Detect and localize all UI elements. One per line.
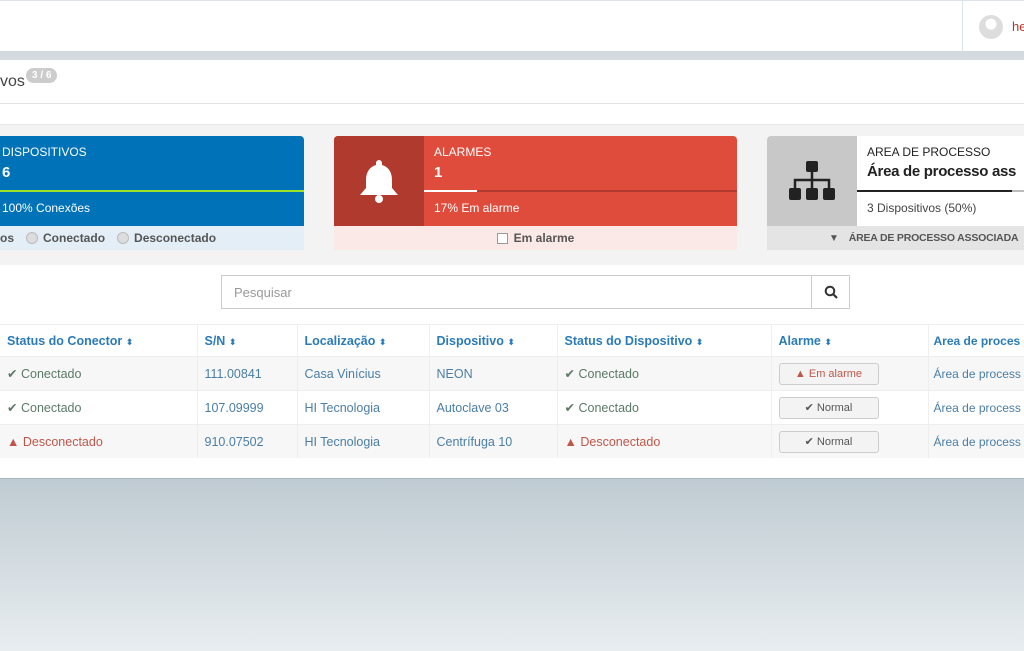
devices-sub: 100% Conexões: [2, 201, 91, 215]
alarm-cell: ▲ Em alarme: [771, 356, 929, 391]
check-icon: ✔: [564, 367, 575, 381]
alarms-card[interactable]: ALARMES 1 17% Em alarme Em alarme: [334, 136, 737, 250]
filter-desconectado[interactable]: Desconectado: [134, 231, 216, 245]
alarm-checkbox[interactable]: [496, 232, 508, 244]
page-title: vos: [0, 73, 25, 90]
col-location[interactable]: Localização ⬍: [297, 324, 430, 357]
sn-cell: 107.09999: [197, 390, 298, 425]
location-cell[interactable]: HI Tecnologia: [297, 390, 430, 425]
title-row: vos 3 / 6: [0, 60, 1024, 104]
alarms-progress: [424, 190, 478, 192]
devices-label: DISPOSITIVOS: [2, 145, 87, 159]
col-area[interactable]: Area de proces: [928, 324, 1024, 357]
filter-all[interactable]: os: [0, 231, 14, 245]
check-icon: ✔: [7, 401, 18, 415]
search-button[interactable]: [811, 275, 850, 309]
alarms-sub: 17% Em alarme: [434, 201, 520, 215]
sn-cell: 910.07502: [197, 424, 298, 459]
radio-desconectado[interactable]: [117, 232, 130, 244]
location-cell[interactable]: Casa Vinícius: [297, 356, 430, 391]
search-icon: [824, 285, 838, 299]
radio-conectado[interactable]: [26, 232, 39, 244]
top-bar: he: [0, 0, 1024, 52]
alarm-button[interactable]: ✔ Normal: [778, 396, 879, 419]
devices-progress: [0, 190, 304, 192]
device-status-cell: ✔ Conectado: [557, 356, 772, 391]
sitemap-icon: [767, 136, 857, 226]
col-connector-status[interactable]: Status do Conector ⬍: [0, 324, 198, 357]
sort-icon: ⬍: [125, 336, 134, 347]
devices-table: Status do Conector ⬍ S/N ⬍ Localização ⬍…: [0, 324, 1024, 459]
page-background: [0, 478, 1024, 651]
check-icon: ✔: [564, 401, 575, 415]
check-icon: ✔: [804, 401, 814, 414]
alarm-cell: ✔ Normal: [771, 390, 929, 425]
devices-value: 6: [2, 164, 11, 181]
username: he: [1012, 19, 1024, 34]
col-alarm[interactable]: Alarme ⬍: [771, 324, 929, 357]
user-menu[interactable]: he: [962, 1, 1024, 52]
device-cell[interactable]: NEON: [429, 356, 558, 391]
col-device-status[interactable]: Status do Dispositivo ⬍: [557, 324, 772, 357]
divider: [0, 52, 1024, 60]
area-label: AREA DE PROCESSO: [867, 145, 991, 159]
alarm-button[interactable]: ✔ Normal: [778, 430, 879, 453]
sort-icon: ⬍: [228, 336, 237, 347]
area-cell[interactable]: Área de process: [928, 424, 1024, 459]
device-cell[interactable]: Centrífuga 10: [429, 424, 558, 459]
device-status-cell: ✔ Conectado: [557, 390, 772, 425]
sort-icon: ⬍: [824, 336, 832, 347]
table-row[interactable]: ✔ Conectado 111.00841 Casa Vinícius NEON…: [0, 356, 1024, 391]
table-footer-space: [0, 458, 1024, 478]
alarm-filter-label[interactable]: Em alarme: [514, 231, 575, 245]
connector-status-cell: ✔ Conectado: [0, 390, 198, 425]
connector-status-cell: ✔ Conectado: [0, 356, 198, 391]
devices-card[interactable]: DISPOSITIVOS 6 100% Conexões os Conectad…: [0, 136, 304, 250]
area-filter-label[interactable]: ÁREA DE PROCESSO ASSOCIADA: [849, 232, 1019, 244]
bell-icon: [334, 136, 424, 226]
table-row[interactable]: ▲ Desconectado 910.07502 HI Tecnologia C…: [0, 424, 1024, 459]
area-cell[interactable]: Área de process: [928, 356, 1024, 391]
warning-icon: ▲: [7, 434, 20, 449]
sort-icon: ⬍: [507, 336, 515, 347]
sort-icon: ⬍: [695, 336, 704, 347]
warning-icon: ▲: [794, 367, 806, 380]
location-cell[interactable]: HI Tecnologia: [297, 424, 430, 459]
connector-status-cell: ▲ Desconectado: [0, 424, 198, 459]
check-icon: ✔: [7, 367, 18, 381]
col-sn[interactable]: S/N ⬍: [197, 324, 298, 357]
area-card[interactable]: AREA DE PROCESSO Área de processo ass 3 …: [767, 136, 1024, 250]
sort-icon: ⬍: [378, 336, 387, 347]
check-icon: ✔: [804, 435, 814, 448]
alarm-button[interactable]: ▲ Em alarme: [778, 362, 879, 385]
table-row[interactable]: ✔ Conectado 107.09999 HI Tecnologia Auto…: [0, 390, 1024, 425]
count-badge: 3 / 6: [26, 68, 58, 83]
area-cell[interactable]: Área de process: [928, 390, 1024, 425]
alarms-value: 1: [434, 164, 443, 181]
filter-conectado[interactable]: Conectado: [43, 231, 105, 245]
area-sub: 3 Dispositivos (50%): [867, 201, 977, 215]
filter-icon: ▼: [829, 232, 839, 244]
area-value: Área de processo ass: [867, 163, 1017, 180]
alarm-cell: ✔ Normal: [771, 424, 929, 459]
device-cell[interactable]: Autoclave 03: [429, 390, 558, 425]
alarms-progress-track: [424, 190, 737, 192]
search-input[interactable]: Pesquisar: [221, 275, 812, 309]
area-progress: [857, 190, 1013, 192]
device-status-cell: ▲ Desconectado: [557, 424, 772, 459]
alarms-label: ALARMES: [434, 145, 492, 159]
warning-icon: ▲: [564, 434, 577, 449]
area-progress-track: [857, 190, 1024, 192]
avatar: [979, 15, 1003, 39]
col-device[interactable]: Dispositivo ⬍: [429, 324, 558, 357]
sn-cell: 111.00841: [197, 356, 298, 391]
